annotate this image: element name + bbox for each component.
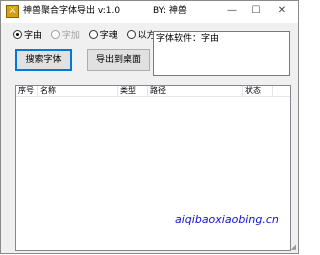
radio-zihun[interactable]: 字魂	[88, 30, 118, 42]
column-status[interactable]: 状态	[243, 86, 273, 96]
radio-dot	[88, 30, 98, 39]
app-window: ⚔ 神兽聚合字体导出 v:1.0 BY: 神兽 — ☐ ✕ 字由 字加 字魂 以…	[0, 0, 299, 254]
close-icon[interactable]: ✕	[273, 4, 291, 18]
radio-dot	[126, 30, 136, 39]
column-type[interactable]: 类型	[118, 86, 148, 96]
title-bar[interactable]: ⚔ 神兽聚合字体导出 v:1.0 BY: 神兽 — ☐ ✕	[1, 1, 298, 23]
list-header: 序号 名称 类型 路径 状态	[16, 86, 290, 97]
resize-grip-icon[interactable]: ◢	[291, 243, 296, 251]
search-fonts-button[interactable]: 搜索字体	[15, 49, 72, 71]
window-author: BY: 神兽	[153, 6, 187, 16]
font-source-options: 字由 字加 字魂 以方	[13, 30, 162, 43]
window-title: 神兽聚合字体导出 v:1.0	[23, 6, 121, 16]
radio-ziyou[interactable]: 字由	[13, 30, 42, 42]
column-name[interactable]: 名称	[38, 86, 118, 96]
info-textbox[interactable]: 字体软件：字由	[153, 31, 290, 76]
radio-dot	[13, 30, 22, 39]
minimize-icon[interactable]: —	[223, 4, 241, 18]
radio-dot	[50, 30, 60, 39]
watermark-text: aiqibaoxiaobing.cn	[175, 213, 279, 226]
column-path[interactable]: 路径	[148, 86, 243, 96]
radio-zijia: 字加	[50, 30, 80, 42]
radio-yifang[interactable]: 以方	[126, 30, 156, 42]
sword-icon: ⚔	[6, 5, 19, 18]
client-area: 字由 字加 字魂 以方 搜索字体 导出到桌面 字体软件：字由 序号 名称 类型 …	[1, 23, 298, 253]
export-desktop-button[interactable]: 导出到桌面	[87, 49, 150, 71]
maximize-icon[interactable]: ☐	[247, 4, 265, 18]
column-index[interactable]: 序号	[16, 86, 38, 96]
